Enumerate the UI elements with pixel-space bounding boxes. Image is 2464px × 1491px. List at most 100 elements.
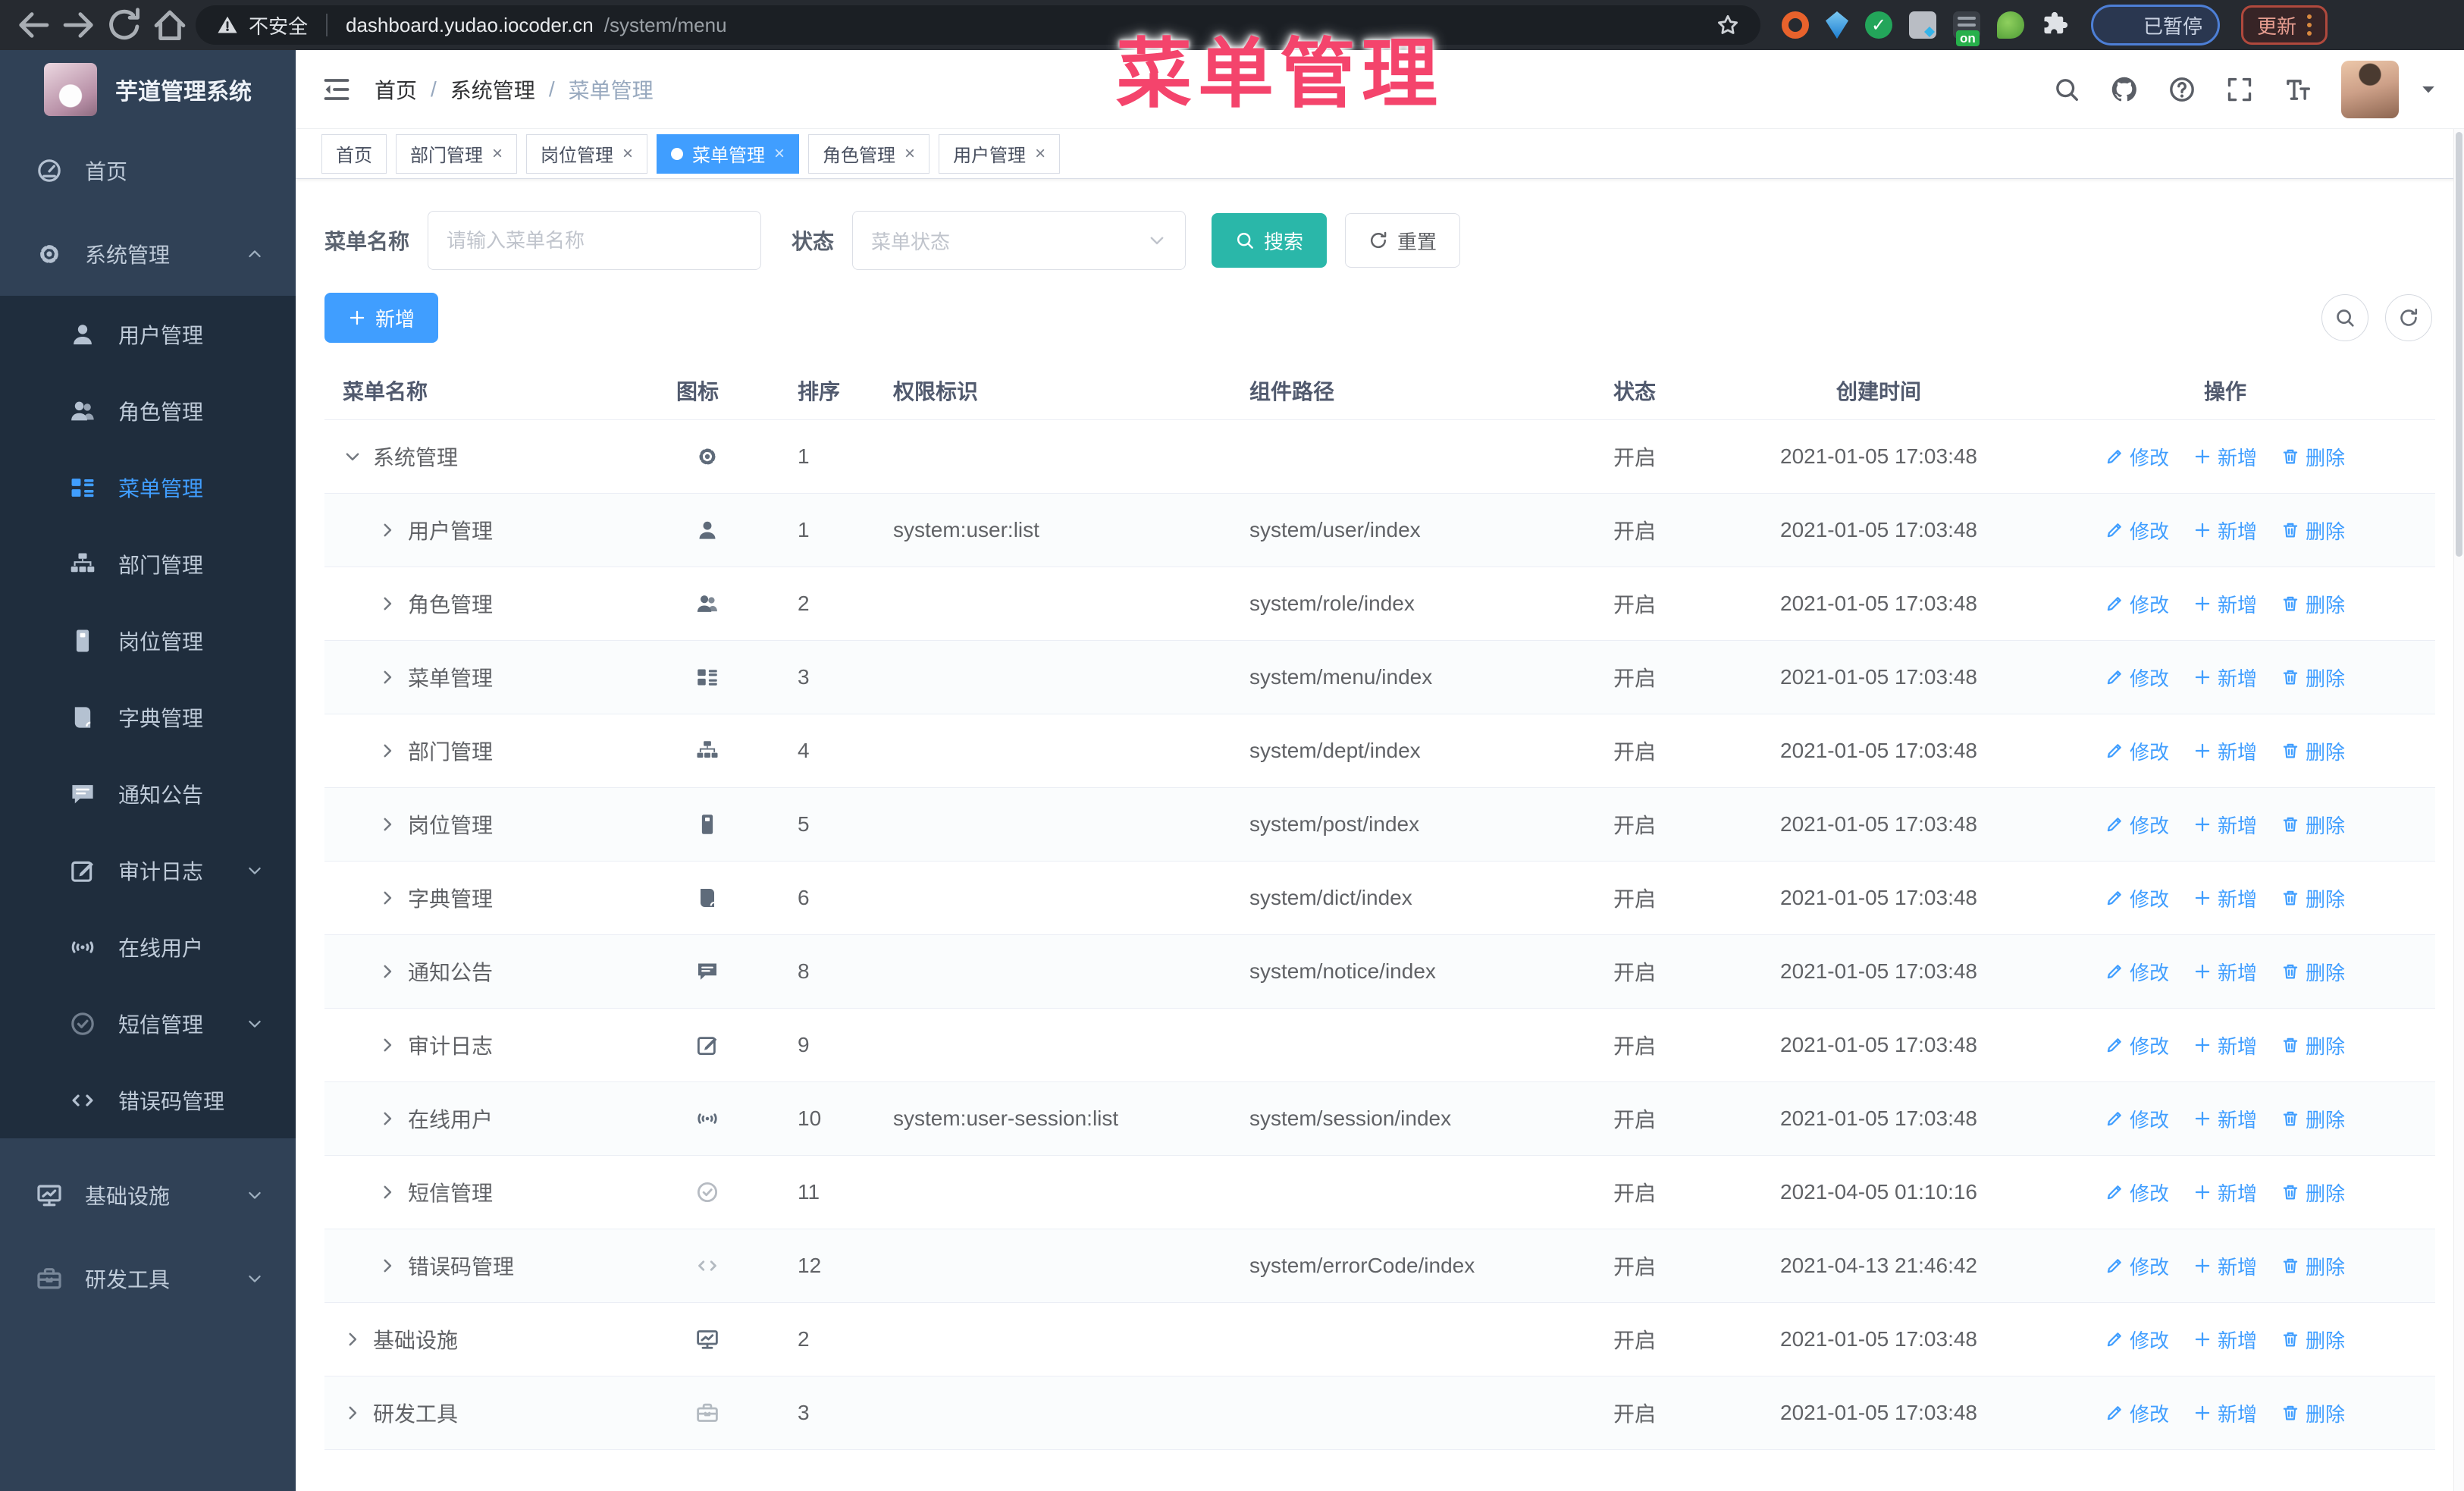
menu-name-input[interactable] xyxy=(428,211,762,270)
expand-icon[interactable] xyxy=(378,1182,397,1202)
extension-leaf-icon[interactable] xyxy=(1997,11,2024,39)
help-icon[interactable] xyxy=(2168,76,2196,103)
row-action-修改[interactable]: 修改 xyxy=(2105,958,2169,986)
sidebar-item-角色管理[interactable]: 角色管理 xyxy=(0,372,296,449)
row-action-新增[interactable]: 新增 xyxy=(2193,1399,2257,1427)
sidebar-item-在线用户[interactable]: 在线用户 xyxy=(0,909,296,985)
close-icon[interactable]: × xyxy=(492,144,503,163)
status-select[interactable]: 菜单状态 xyxy=(852,211,1187,270)
row-action-修改[interactable]: 修改 xyxy=(2105,884,2169,912)
browser-forward-icon[interactable] xyxy=(59,5,99,45)
row-action-删除[interactable]: 删除 xyxy=(2281,958,2345,986)
row-action-新增[interactable]: 新增 xyxy=(2193,516,2257,545)
browser-update-button[interactable]: 更新 xyxy=(2241,5,2328,45)
bookmark-star-icon[interactable] xyxy=(1716,14,1739,36)
refresh-button[interactable] xyxy=(2385,294,2432,341)
extension-orange-icon[interactable] xyxy=(1782,11,1809,39)
expand-icon[interactable] xyxy=(378,888,397,908)
breadcrumb-item[interactable]: 系统管理 xyxy=(450,74,535,105)
row-action-修改[interactable]: 修改 xyxy=(2105,1399,2169,1427)
row-action-删除[interactable]: 删除 xyxy=(2281,664,2345,692)
fullscreen-icon[interactable] xyxy=(2226,76,2253,103)
row-action-删除[interactable]: 删除 xyxy=(2281,1031,2345,1059)
row-action-新增[interactable]: 新增 xyxy=(2193,1105,2257,1133)
expand-icon[interactable] xyxy=(343,1329,362,1349)
browser-back-icon[interactable] xyxy=(14,5,53,45)
row-action-删除[interactable]: 删除 xyxy=(2281,443,2345,471)
url-host[interactable]: dashboard.yudao.iocoder.cn xyxy=(346,14,594,37)
sidebar-item-部门管理[interactable]: 部门管理 xyxy=(0,526,296,602)
extensions-puzzle-icon[interactable] xyxy=(2041,11,2068,39)
reset-button[interactable]: 重置 xyxy=(1345,213,1461,268)
extension-check-icon[interactable]: ✓ xyxy=(1865,11,1892,39)
row-action-新增[interactable]: 新增 xyxy=(2193,958,2257,986)
expand-icon[interactable] xyxy=(343,1403,362,1423)
row-action-新增[interactable]: 新增 xyxy=(2193,1326,2257,1354)
row-action-删除[interactable]: 删除 xyxy=(2281,737,2345,765)
row-action-修改[interactable]: 修改 xyxy=(2105,1326,2169,1354)
expand-icon[interactable] xyxy=(378,594,397,614)
row-action-修改[interactable]: 修改 xyxy=(2105,590,2169,618)
row-action-删除[interactable]: 删除 xyxy=(2281,1252,2345,1280)
search-button[interactable]: 搜索 xyxy=(1212,213,1328,268)
expand-icon[interactable] xyxy=(378,1256,397,1276)
expand-icon[interactable] xyxy=(378,667,397,687)
tab-岗位管理[interactable]: 岗位管理 × xyxy=(526,133,648,174)
sidebar-item-短信管理[interactable]: 短信管理 xyxy=(0,985,296,1062)
github-icon[interactable] xyxy=(2111,76,2138,103)
row-action-删除[interactable]: 删除 xyxy=(2281,516,2345,545)
tab-首页[interactable]: 首页 xyxy=(321,133,387,174)
row-action-新增[interactable]: 新增 xyxy=(2193,811,2257,839)
row-action-修改[interactable]: 修改 xyxy=(2105,1105,2169,1133)
sidebar-item-基础设施[interactable]: 基础设施 xyxy=(0,1154,296,1237)
row-action-删除[interactable]: 删除 xyxy=(2281,811,2345,839)
row-action-删除[interactable]: 删除 xyxy=(2281,1326,2345,1354)
user-avatar[interactable] xyxy=(2341,60,2399,118)
expand-icon[interactable] xyxy=(378,962,397,981)
extension-proxy-icon[interactable]: on xyxy=(1953,11,1980,46)
toggle-search-button[interactable] xyxy=(2321,294,2368,341)
scrollbar-thumb[interactable] xyxy=(2456,132,2462,557)
row-action-新增[interactable]: 新增 xyxy=(2193,737,2257,765)
row-action-新增[interactable]: 新增 xyxy=(2193,590,2257,618)
profile-paused-pill[interactable]: 已暂停 xyxy=(2091,5,2221,46)
sidebar-item-岗位管理[interactable]: 岗位管理 xyxy=(0,602,296,679)
row-action-修改[interactable]: 修改 xyxy=(2105,443,2169,471)
expand-icon[interactable] xyxy=(378,520,397,540)
row-action-修改[interactable]: 修改 xyxy=(2105,1031,2169,1059)
browser-home-icon[interactable] xyxy=(150,5,190,45)
browser-reload-icon[interactable] xyxy=(105,5,144,45)
url-path[interactable]: /system/menu xyxy=(604,14,727,37)
sidebar-item-错误码管理[interactable]: 错误码管理 xyxy=(0,1062,296,1138)
row-action-修改[interactable]: 修改 xyxy=(2105,1179,2169,1207)
sidebar-toggle-icon[interactable] xyxy=(321,74,352,105)
row-action-新增[interactable]: 新增 xyxy=(2193,443,2257,471)
expand-icon[interactable] xyxy=(378,815,397,834)
sidebar-item-用户管理[interactable]: 用户管理 xyxy=(0,296,296,372)
expand-icon[interactable] xyxy=(378,741,397,761)
sidebar-item-研发工具[interactable]: 研发工具 xyxy=(0,1237,296,1320)
tab-角色管理[interactable]: 角色管理 × xyxy=(808,133,930,174)
extension-gem-icon[interactable] xyxy=(1826,11,1848,39)
expand-collapseicon[interactable] xyxy=(343,447,362,466)
row-action-删除[interactable]: 删除 xyxy=(2281,590,2345,618)
close-icon[interactable]: × xyxy=(904,144,915,163)
row-action-删除[interactable]: 删除 xyxy=(2281,1399,2345,1427)
row-action-修改[interactable]: 修改 xyxy=(2105,516,2169,545)
sidebar-item-菜单管理[interactable]: 菜单管理 xyxy=(0,449,296,526)
page-scrollbar[interactable] xyxy=(2453,129,2464,1491)
sidebar-item-首页[interactable]: 首页 xyxy=(0,129,296,212)
address-bar[interactable]: 不安全 dashboard.yudao.iocoder.cn/system/me… xyxy=(196,5,1760,45)
expand-icon[interactable] xyxy=(378,1109,397,1128)
breadcrumb-item[interactable]: 首页 xyxy=(375,74,417,105)
avatar-caret-icon[interactable] xyxy=(2419,80,2438,99)
tab-用户管理[interactable]: 用户管理 × xyxy=(939,133,1061,174)
row-action-删除[interactable]: 删除 xyxy=(2281,884,2345,912)
row-action-修改[interactable]: 修改 xyxy=(2105,1252,2169,1280)
browser-menu-icon[interactable] xyxy=(2307,14,2312,36)
row-action-修改[interactable]: 修改 xyxy=(2105,811,2169,839)
row-action-删除[interactable]: 删除 xyxy=(2281,1105,2345,1133)
extension-grid-icon[interactable] xyxy=(1909,11,1936,39)
row-action-新增[interactable]: 新增 xyxy=(2193,1031,2257,1059)
row-action-新增[interactable]: 新增 xyxy=(2193,1179,2257,1207)
